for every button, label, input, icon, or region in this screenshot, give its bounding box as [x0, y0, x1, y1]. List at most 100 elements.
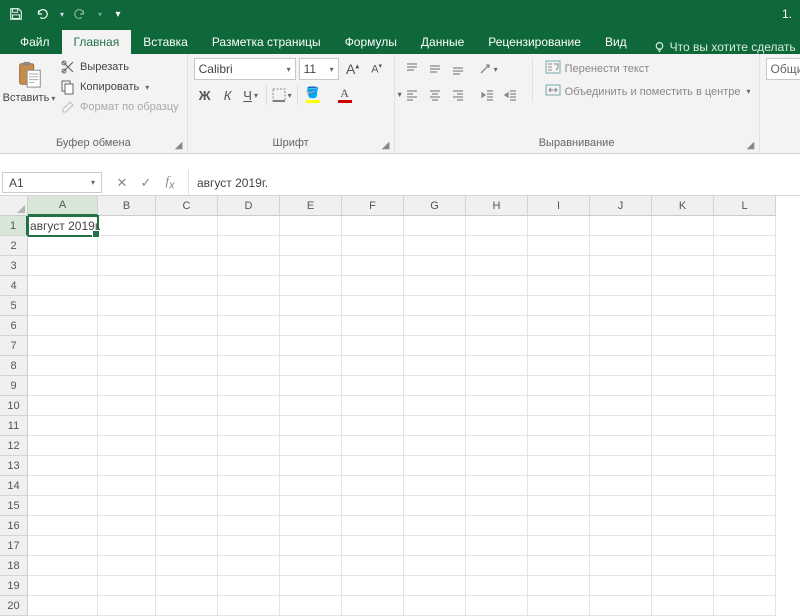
cell-K11[interactable] [652, 416, 714, 436]
cell-L8[interactable] [714, 356, 776, 376]
cell-L16[interactable] [714, 516, 776, 536]
cell-D13[interactable] [218, 456, 280, 476]
cell-I17[interactable] [528, 536, 590, 556]
col-header-J[interactable]: J [590, 196, 652, 216]
cell-F18[interactable] [342, 556, 404, 576]
row-header-8[interactable]: 8 [0, 356, 28, 376]
cell-A15[interactable] [28, 496, 98, 516]
format-painter-button[interactable]: Формат по образцу [58, 98, 181, 116]
cell-A12[interactable] [28, 436, 98, 456]
cell-L9[interactable] [714, 376, 776, 396]
cell-E20[interactable] [280, 596, 342, 616]
shrink-font-button[interactable]: A▾ [366, 58, 388, 80]
cell-H16[interactable] [466, 516, 528, 536]
cell-K17[interactable] [652, 536, 714, 556]
cell-I18[interactable] [528, 556, 590, 576]
increase-indent-button[interactable] [500, 84, 522, 106]
cell-K14[interactable] [652, 476, 714, 496]
cell-G5[interactable] [404, 296, 466, 316]
cell-C11[interactable] [156, 416, 218, 436]
tab-formulas[interactable]: Формулы [333, 30, 409, 54]
enter-button[interactable]: ✓ [134, 172, 158, 194]
underline-button[interactable]: Ч▾ [240, 84, 262, 106]
cell-H12[interactable] [466, 436, 528, 456]
cell-A11[interactable] [28, 416, 98, 436]
cell-L15[interactable] [714, 496, 776, 516]
col-header-C[interactable]: C [156, 196, 218, 216]
clipboard-launcher-icon[interactable]: ◢ [173, 139, 185, 151]
cell-G18[interactable] [404, 556, 466, 576]
cell-K5[interactable] [652, 296, 714, 316]
cell-B16[interactable] [98, 516, 156, 536]
cell-J20[interactable] [590, 596, 652, 616]
row-header-18[interactable]: 18 [0, 556, 28, 576]
cell-B17[interactable] [98, 536, 156, 556]
cell-A17[interactable] [28, 536, 98, 556]
cell-B12[interactable] [98, 436, 156, 456]
tab-file[interactable]: Файл [8, 30, 62, 54]
cell-C18[interactable] [156, 556, 218, 576]
cell-B14[interactable] [98, 476, 156, 496]
cell-G7[interactable] [404, 336, 466, 356]
col-header-H[interactable]: H [466, 196, 528, 216]
decrease-indent-button[interactable] [477, 84, 499, 106]
cell-E10[interactable] [280, 396, 342, 416]
cell-F17[interactable] [342, 536, 404, 556]
cell-H7[interactable] [466, 336, 528, 356]
cell-L10[interactable] [714, 396, 776, 416]
cell-J15[interactable] [590, 496, 652, 516]
align-bottom-button[interactable] [447, 58, 469, 80]
cell-I10[interactable] [528, 396, 590, 416]
col-header-I[interactable]: I [528, 196, 590, 216]
cell-L17[interactable] [714, 536, 776, 556]
cell-J8[interactable] [590, 356, 652, 376]
cell-D20[interactable] [218, 596, 280, 616]
cell-H2[interactable] [466, 236, 528, 256]
cell-A3[interactable] [28, 256, 98, 276]
cell-J2[interactable] [590, 236, 652, 256]
cell-C2[interactable] [156, 236, 218, 256]
cell-G15[interactable] [404, 496, 466, 516]
cell-D18[interactable] [218, 556, 280, 576]
cell-F13[interactable] [342, 456, 404, 476]
cell-F8[interactable] [342, 356, 404, 376]
cell-A9[interactable] [28, 376, 98, 396]
cell-J7[interactable] [590, 336, 652, 356]
cell-D7[interactable] [218, 336, 280, 356]
cell-B10[interactable] [98, 396, 156, 416]
cell-H15[interactable] [466, 496, 528, 516]
cell-E2[interactable] [280, 236, 342, 256]
cell-I12[interactable] [528, 436, 590, 456]
cell-C3[interactable] [156, 256, 218, 276]
cell-C8[interactable] [156, 356, 218, 376]
cell-K1[interactable] [652, 216, 714, 236]
row-header-19[interactable]: 19 [0, 576, 28, 596]
col-header-F[interactable]: F [342, 196, 404, 216]
cell-I19[interactable] [528, 576, 590, 596]
cell-C14[interactable] [156, 476, 218, 496]
italic-button[interactable]: К [217, 84, 239, 106]
cell-C12[interactable] [156, 436, 218, 456]
border-button[interactable]: ▾ [271, 84, 293, 106]
cell-F2[interactable] [342, 236, 404, 256]
cell-C16[interactable] [156, 516, 218, 536]
tab-insert[interactable]: Вставка [131, 30, 200, 54]
redo-icon[interactable] [68, 2, 92, 26]
cell-B2[interactable] [98, 236, 156, 256]
select-all-corner[interactable] [0, 196, 28, 216]
cell-K20[interactable] [652, 596, 714, 616]
cell-G13[interactable] [404, 456, 466, 476]
font-name-select[interactable]: Calibri▾ [194, 58, 296, 80]
cell-I9[interactable] [528, 376, 590, 396]
cell-L7[interactable] [714, 336, 776, 356]
tab-data[interactable]: Данные [409, 30, 476, 54]
cell-D16[interactable] [218, 516, 280, 536]
cell-E18[interactable] [280, 556, 342, 576]
col-header-A[interactable]: A [28, 196, 98, 216]
cell-L3[interactable] [714, 256, 776, 276]
cell-G17[interactable] [404, 536, 466, 556]
cell-E11[interactable] [280, 416, 342, 436]
cell-D9[interactable] [218, 376, 280, 396]
tell-me[interactable]: Что вы хотите сделать [653, 40, 796, 54]
col-header-E[interactable]: E [280, 196, 342, 216]
